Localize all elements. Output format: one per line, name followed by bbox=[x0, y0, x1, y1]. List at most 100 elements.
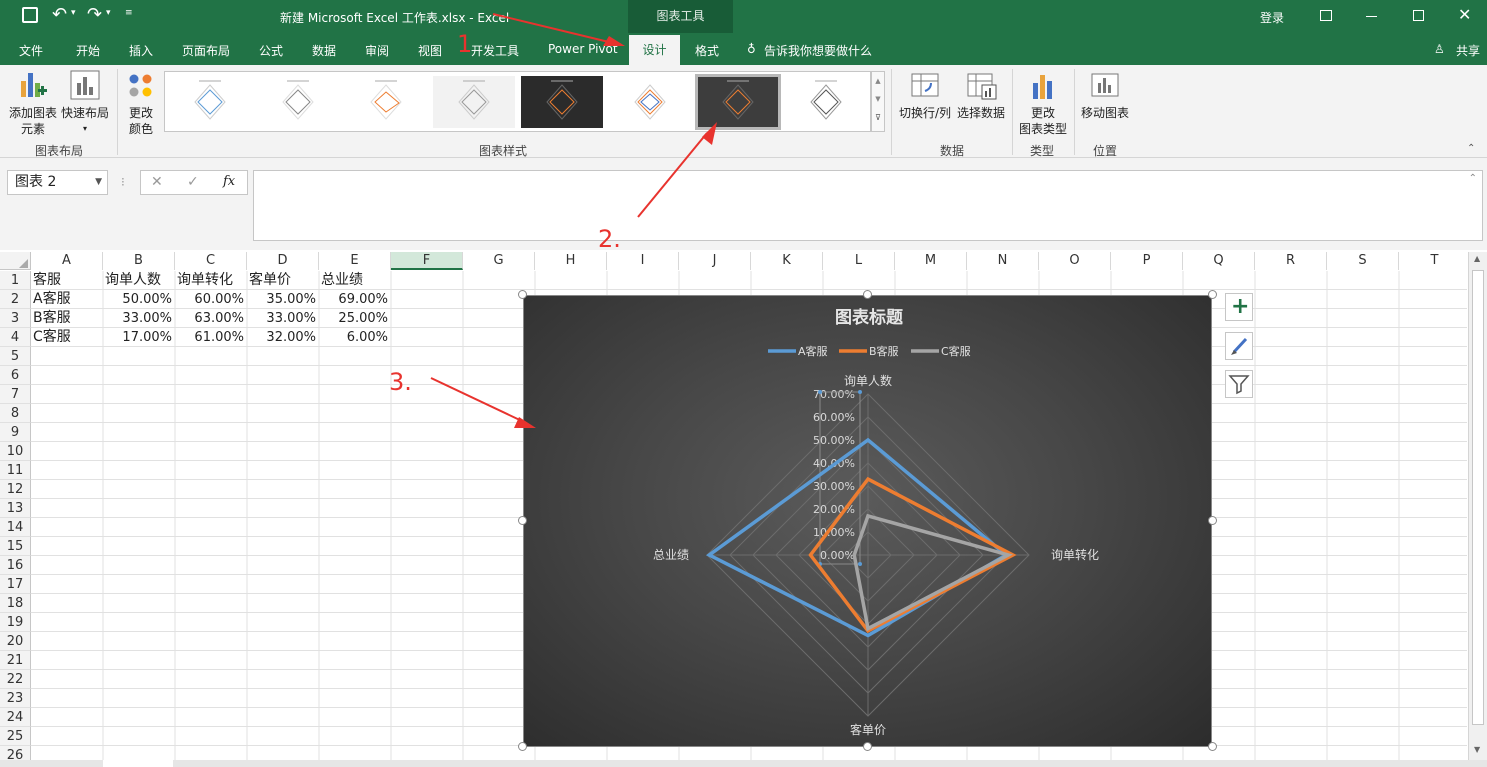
tab-data[interactable]: 数据 bbox=[312, 42, 336, 59]
name-box[interactable]: 图表 2 ▼ bbox=[7, 170, 108, 195]
switch-row-column-button[interactable]: 切换行/列 bbox=[897, 71, 953, 121]
resize-handle-se[interactable] bbox=[1208, 742, 1217, 751]
chart-title[interactable]: 图表标题 bbox=[835, 307, 904, 328]
scroll-up-icon[interactable]: ▲ bbox=[1474, 254, 1480, 263]
row-header-19[interactable]: 19 bbox=[0, 613, 31, 632]
cell-e1[interactable]: 总业绩 bbox=[321, 271, 390, 290]
chart-style-6[interactable] bbox=[609, 76, 691, 128]
resize-handle-sw[interactable] bbox=[518, 742, 527, 751]
chart-elements-button[interactable]: + bbox=[1225, 293, 1253, 321]
column-header-n[interactable]: N bbox=[967, 252, 1039, 270]
row-header-24[interactable]: 24 bbox=[0, 708, 31, 727]
redo-icon[interactable]: ↷ bbox=[87, 4, 102, 25]
cell-e4[interactable]: 6.00% bbox=[321, 328, 390, 347]
add-chart-element-button[interactable]: 添加图表 元素 bbox=[6, 69, 60, 137]
row-header-4[interactable]: 4 bbox=[0, 328, 31, 347]
tab-format[interactable]: 格式 bbox=[695, 42, 719, 59]
tell-me-search[interactable]: 告诉我你想要做什么 bbox=[764, 42, 872, 59]
chart-style-2[interactable] bbox=[257, 76, 339, 128]
row-header-17[interactable]: 17 bbox=[0, 575, 31, 594]
select-data-button[interactable]: 选择数据 bbox=[955, 71, 1007, 121]
tab-file[interactable]: 文件 bbox=[19, 42, 43, 59]
gallery-up-icon[interactable]: ▲ bbox=[872, 72, 884, 90]
cell-a4[interactable]: C客服 bbox=[33, 328, 102, 347]
column-header-o[interactable]: O bbox=[1039, 252, 1111, 270]
cell-a1[interactable]: 客服 bbox=[33, 271, 102, 290]
chart-style-5[interactable] bbox=[521, 76, 603, 128]
column-header-j[interactable]: J bbox=[679, 252, 751, 270]
column-header-e[interactable]: E bbox=[319, 252, 391, 270]
cell-b1[interactable]: 询单人数 bbox=[105, 271, 174, 290]
cell-e3[interactable]: 25.00% bbox=[321, 309, 390, 328]
row-header-1[interactable]: 1 bbox=[0, 271, 31, 290]
customize-qat-icon[interactable]: ≡ bbox=[125, 8, 133, 18]
column-header-f[interactable]: F bbox=[391, 252, 463, 270]
scroll-down-icon[interactable]: ▼ bbox=[1474, 745, 1480, 754]
select-all-corner[interactable] bbox=[0, 252, 31, 270]
ribbon-display-icon[interactable] bbox=[1320, 10, 1332, 21]
change-chart-type-button[interactable]: 更改 图表类型 bbox=[1017, 71, 1069, 137]
chart-style-7-selected[interactable] bbox=[695, 74, 781, 130]
gallery-scroll[interactable]: ▲ ▼ ⊽ bbox=[871, 71, 885, 132]
row-header-13[interactable]: 13 bbox=[0, 499, 31, 518]
row-header-12[interactable]: 12 bbox=[0, 480, 31, 499]
row-header-20[interactable]: 20 bbox=[0, 632, 31, 651]
resize-handle-e[interactable] bbox=[1208, 516, 1217, 525]
vertical-scrollbar[interactable]: ▲ ▼ bbox=[1468, 252, 1487, 760]
resize-handle-s[interactable] bbox=[863, 742, 872, 751]
column-header-g[interactable]: G bbox=[463, 252, 535, 270]
insert-function-icon[interactable]: fx bbox=[223, 174, 235, 189]
chart-style-8[interactable] bbox=[785, 76, 867, 128]
row-header-25[interactable]: 25 bbox=[0, 727, 31, 746]
enter-formula-icon[interactable]: ✓ bbox=[187, 174, 199, 190]
cell-d4[interactable]: 32.00% bbox=[249, 328, 318, 347]
chart-styles-button[interactable] bbox=[1225, 332, 1253, 360]
tab-review[interactable]: 审阅 bbox=[365, 42, 389, 59]
resize-handle-nw[interactable] bbox=[518, 290, 527, 299]
column-header-l[interactable]: L bbox=[823, 252, 895, 270]
undo-icon[interactable]: ↶ bbox=[52, 4, 67, 25]
cell-d2[interactable]: 35.00% bbox=[249, 290, 318, 309]
row-header-16[interactable]: 16 bbox=[0, 556, 31, 575]
chart-style-4[interactable] bbox=[433, 76, 515, 128]
quick-layout-button[interactable]: 快速布局 ▾ bbox=[60, 69, 110, 137]
redo-dropdown-icon[interactable]: ▾ bbox=[106, 8, 111, 18]
cell-d1[interactable]: 客单价 bbox=[249, 271, 318, 290]
tab-developer[interactable]: 开发工具 bbox=[471, 42, 519, 59]
row-header-3[interactable]: 3 bbox=[0, 309, 31, 328]
tab-page-layout[interactable]: 页面布局 bbox=[182, 42, 230, 59]
minimize-icon[interactable] bbox=[1366, 16, 1377, 17]
column-header-h[interactable]: H bbox=[535, 252, 607, 270]
column-header-c[interactable]: C bbox=[175, 252, 247, 270]
formula-bar-splitter[interactable]: ⁝ bbox=[121, 175, 125, 189]
cell-a3[interactable]: B客服 bbox=[33, 309, 102, 328]
tab-design[interactable]: 设计 bbox=[629, 35, 680, 65]
change-colors-button[interactable]: 更改 颜色 bbox=[122, 71, 160, 137]
cell-e2[interactable]: 69.00% bbox=[321, 290, 390, 309]
tab-formulas[interactable]: 公式 bbox=[259, 42, 283, 59]
cell-c3[interactable]: 63.00% bbox=[177, 309, 246, 328]
maximize-icon[interactable] bbox=[1413, 10, 1424, 21]
column-header-p[interactable]: P bbox=[1111, 252, 1183, 270]
cell-b4[interactable]: 17.00% bbox=[105, 328, 174, 347]
tab-home[interactable]: 开始 bbox=[76, 42, 100, 59]
resize-handle-w[interactable] bbox=[518, 516, 527, 525]
row-header-21[interactable]: 21 bbox=[0, 651, 31, 670]
row-header-14[interactable]: 14 bbox=[0, 518, 31, 537]
name-box-dropdown-icon[interactable]: ▼ bbox=[95, 171, 102, 194]
close-icon[interactable]: ✕ bbox=[1458, 5, 1471, 24]
row-header-23[interactable]: 23 bbox=[0, 689, 31, 708]
cell-b3[interactable]: 33.00% bbox=[105, 309, 174, 328]
row-header-15[interactable]: 15 bbox=[0, 537, 31, 556]
row-header-7[interactable]: 7 bbox=[0, 385, 31, 404]
row-header-6[interactable]: 6 bbox=[0, 366, 31, 385]
cell-c2[interactable]: 60.00% bbox=[177, 290, 246, 309]
undo-dropdown-icon[interactable]: ▾ bbox=[71, 8, 76, 18]
row-header-18[interactable]: 18 bbox=[0, 594, 31, 613]
collapse-ribbon-icon[interactable]: ⌃ bbox=[1467, 143, 1475, 154]
cell-d3[interactable]: 33.00% bbox=[249, 309, 318, 328]
row-header-8[interactable]: 8 bbox=[0, 404, 31, 423]
share-button[interactable]: 共享 bbox=[1456, 42, 1480, 59]
column-header-k[interactable]: K bbox=[751, 252, 823, 270]
tab-view[interactable]: 视图 bbox=[418, 42, 442, 59]
